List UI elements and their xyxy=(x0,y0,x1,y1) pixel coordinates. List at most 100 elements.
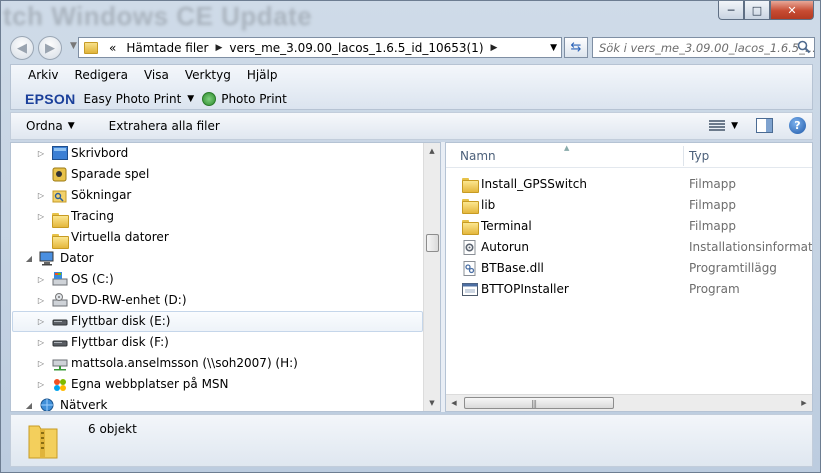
removable-disk-icon xyxy=(52,340,68,347)
expand-arrow-icon[interactable]: ▷ xyxy=(37,296,45,305)
scroll-down-arrow-icon[interactable]: ▼ xyxy=(424,395,440,411)
expand-arrow-icon[interactable]: ▷ xyxy=(37,359,45,368)
search-icon[interactable] xyxy=(797,40,811,54)
menu-edit[interactable]: Redigera xyxy=(67,68,136,86)
zip-folder-icon xyxy=(28,425,58,459)
scroll-thumb[interactable] xyxy=(426,234,439,252)
folder-icon xyxy=(462,177,479,193)
easy-photo-print-dropdown[interactable]: ▼ xyxy=(187,94,194,104)
tree-item-network[interactable]: ◢ Nätverk xyxy=(11,395,424,411)
minimize-button[interactable]: ─ xyxy=(718,1,744,20)
address-bar[interactable]: « Hämtade filer ▶ vers_me_3.09.00_lacos_… xyxy=(78,37,562,58)
tree-item-tracing[interactable]: ▷ Tracing xyxy=(11,206,424,228)
menu-bar: Arkiv Redigera Visa Verktyg Hjälp xyxy=(11,68,285,86)
tree-item-searches[interactable]: ▷ Sökningar xyxy=(11,185,424,206)
expand-arrow-icon[interactable]: ▷ xyxy=(37,212,45,221)
file-row-lib[interactable]: lib Filmapp xyxy=(446,195,812,216)
extract-all-button[interactable]: Extrahera alla filer xyxy=(102,119,227,133)
expand-arrow-icon[interactable]: ▷ xyxy=(37,380,45,389)
tree-item-msn-sites[interactable]: ▷ Egna webbplatser på MSN xyxy=(11,374,424,395)
maximize-button[interactable]: □ xyxy=(744,1,770,20)
file-row-install-gpsswitch[interactable]: Install_GPSSwitch Filmapp xyxy=(446,174,812,195)
scroll-left-arrow-icon[interactable]: ◀ xyxy=(446,395,462,411)
menu-view[interactable]: Visa xyxy=(136,68,177,86)
breadcrumb-downloads[interactable]: Hämtade filer xyxy=(121,41,213,55)
column-name-header[interactable]: Namn xyxy=(460,149,496,163)
tree-item-removable-f[interactable]: ▷ Flyttbar disk (F:) xyxy=(11,332,424,353)
tree-item-label: Nätverk xyxy=(60,398,108,411)
close-button[interactable]: ✕ xyxy=(770,1,814,20)
easy-photo-print-button[interactable]: Easy Photo Print xyxy=(84,92,182,106)
collapse-arrow-icon[interactable]: ◢ xyxy=(25,401,33,410)
column-type-header[interactable]: Typ xyxy=(689,149,709,163)
photo-print-button[interactable]: Photo Print xyxy=(221,92,287,106)
expand-arrow-icon[interactable]: ▷ xyxy=(37,338,45,347)
file-name: Autorun xyxy=(481,240,530,254)
organize-button[interactable]: Ordna ▼ xyxy=(11,119,82,133)
menu-help[interactable]: Hjälp xyxy=(239,68,286,86)
tree-item-label: Tracing xyxy=(71,209,115,223)
tree-item-removable-e[interactable]: ▷ Flyttbar disk (E:) xyxy=(11,311,424,332)
expand-arrow-icon[interactable]: ▷ xyxy=(37,275,45,284)
file-name: Terminal xyxy=(481,219,532,233)
application-icon xyxy=(462,283,478,296)
back-button[interactable]: ◀ xyxy=(10,36,34,60)
column-divider[interactable] xyxy=(683,146,684,166)
scroll-up-arrow-icon[interactable]: ▲ xyxy=(424,143,440,159)
file-type: Filmapp xyxy=(689,177,736,191)
title-bar: tch Windows CE Update ─ □ ✕ xyxy=(1,1,820,35)
preview-pane-icon[interactable] xyxy=(756,118,773,133)
breadcrumb-current-folder[interactable]: vers_me_3.09.00_lacos_1.6.5_id_10653(1) xyxy=(224,41,488,55)
window-title: tch Windows CE Update xyxy=(3,1,313,31)
views-icon[interactable] xyxy=(709,119,726,133)
tree-item-label: Egna webbplatser på MSN xyxy=(71,377,229,391)
views-dropdown[interactable]: ▼ xyxy=(731,121,738,131)
search-input[interactable]: Sök i vers_me_3.09.00_lacos_1.6.5_... xyxy=(592,37,815,58)
expand-arrow-icon[interactable]: ▷ xyxy=(37,149,45,158)
address-history-dropdown[interactable]: ▼ xyxy=(550,43,557,53)
msn-icon xyxy=(54,379,66,391)
network-drive-icon xyxy=(52,359,68,371)
navigation-pane[interactable]: ▷ Skrivbord Sparade spel ▷ Sökningar ▷ T… xyxy=(10,142,441,412)
collapse-arrow-icon[interactable]: ◢ xyxy=(25,254,33,263)
folder-icon xyxy=(462,198,479,214)
menu-tools[interactable]: Verktyg xyxy=(177,68,239,86)
explorer-window: tch Windows CE Update ─ □ ✕ ◀ ▶ ▼ « Hämt… xyxy=(0,0,821,473)
tree-item-drive-c[interactable]: ▷ OS (C:) xyxy=(11,269,424,290)
breadcrumb-chevron-icon[interactable]: ▶ xyxy=(214,43,225,53)
file-row-terminal[interactable]: Terminal Filmapp xyxy=(446,216,812,237)
help-icon[interactable]: ? xyxy=(789,117,806,134)
file-list-scrollbar[interactable]: ◀ ||| ▶ xyxy=(446,394,812,411)
tree-item-label: Flyttbar disk (F:) xyxy=(71,335,169,349)
refresh-button[interactable]: ⇆ xyxy=(564,37,588,58)
file-row-btbase-dll[interactable]: BTBase.dll Programtillägg xyxy=(446,258,812,279)
scroll-thumb[interactable]: ||| xyxy=(464,397,614,409)
chevron-down-icon: ▼ xyxy=(67,121,75,131)
expand-arrow-icon[interactable]: ▷ xyxy=(37,191,45,200)
file-type: Programtillägg xyxy=(689,261,777,275)
scroll-right-arrow-icon[interactable]: ▶ xyxy=(796,395,812,411)
breadcrumb-chevron-icon[interactable]: ▶ xyxy=(489,43,500,53)
breadcrumb-overflow[interactable]: « xyxy=(104,41,121,55)
refresh-icon: ⇆ xyxy=(570,40,582,55)
file-row-bttopinstaller[interactable]: BTTOPInstaller Program xyxy=(446,279,812,300)
forward-arrow-icon: ▶ xyxy=(45,40,55,56)
file-row-autorun[interactable]: Autorun Installationsinformation xyxy=(446,237,812,258)
tree-item-computer[interactable]: ◢ Dator xyxy=(11,248,424,269)
tree-item-network-drive-h[interactable]: ▷ mattsola.anselmsson (\\soh2007) (H:) xyxy=(11,353,424,374)
file-name: BTBase.dll xyxy=(481,261,544,275)
computer-icon xyxy=(39,251,54,266)
tree-item-saved-games[interactable]: Sparade spel xyxy=(11,164,424,185)
setup-info-icon xyxy=(463,240,476,255)
recent-pages-dropdown[interactable]: ▼ xyxy=(70,41,77,51)
sort-indicator-icon: ▲ xyxy=(564,144,570,152)
tree-item-desktop[interactable]: ▷ Skrivbord xyxy=(11,143,424,164)
navigation-scrollbar[interactable]: ▲ ▼ xyxy=(423,143,440,411)
menu-file[interactable]: Arkiv xyxy=(11,68,67,86)
file-list-pane[interactable]: ▲ Namn Typ Install_GPSSwitch Filmapp lib… xyxy=(445,142,813,412)
tree-item-virtual-machines[interactable]: Virtuella datorer xyxy=(11,227,424,249)
forward-button[interactable]: ▶ xyxy=(38,36,62,60)
tree-item-dvd-drive[interactable]: ▷ DVD-RW-enhet (D:) xyxy=(11,290,424,311)
expand-arrow-icon[interactable]: ▷ xyxy=(37,317,45,326)
tree-item-label: Sökningar xyxy=(71,188,132,202)
